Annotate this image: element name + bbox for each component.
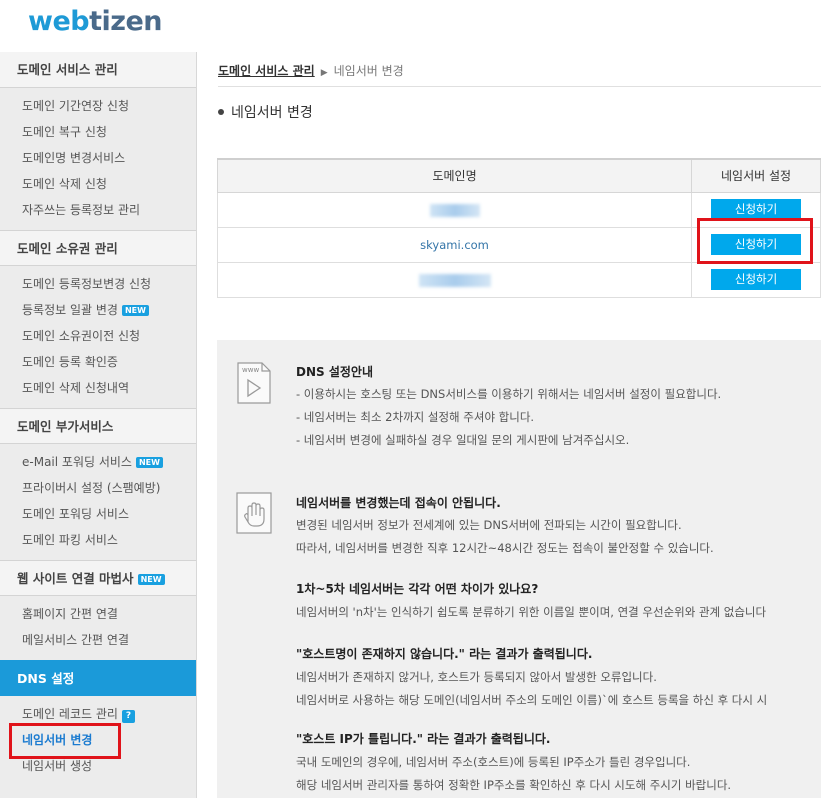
apply-button-highlight-box — [697, 218, 813, 264]
sidebar-item-mail-connect[interactable]: 메일서비스 간편 연결 — [0, 627, 196, 653]
dns-guide-line: - 네임서버 변경에 실패하실 경우 일대일 문의 게시판에 남겨주십시오. — [296, 433, 630, 447]
new-badge: NEW — [135, 457, 163, 468]
faq-title: 1차~5차 네임서버는 각각 어떤 차이가 있나요? — [296, 582, 539, 596]
sidebar: 도메인 서비스 관리 도메인 기간연장 신청 도메인 복구 신청 도메인명 변경… — [0, 52, 197, 798]
breadcrumb-parent-link[interactable]: 도메인 서비스 관리 — [218, 64, 315, 78]
action-cell: 신청하기 — [691, 261, 821, 298]
page-title-text: 네임서버 변경 — [231, 105, 313, 121]
sidebar-highlight-box — [9, 723, 121, 759]
sidebar-item-certificate[interactable]: 도메인 등록 확인증 — [0, 349, 196, 375]
sidebar-item-rename[interactable]: 도메인명 변경서비스 — [0, 145, 196, 171]
breadcrumb: 도메인 서비스 관리 ▶ 네임서버 변경 — [218, 62, 404, 79]
sidebar-item-transfer[interactable]: 도메인 소유권이전 신청 — [0, 323, 196, 349]
page-title: 네임서버 변경 — [218, 102, 313, 122]
divider — [218, 86, 821, 87]
sidebar-section-domain-service[interactable]: 도메인 서비스 관리 — [0, 52, 196, 88]
domain-cell — [216, 261, 693, 298]
sidebar-list-addon: e-Mail 포워딩 서비스 NEW 프라이버시 설정 (스팸예방) 도메인 포워… — [0, 444, 196, 560]
faq-title: "호스트명이 존재하지 않습니다." 라는 결과가 출력됩니다. — [296, 647, 593, 661]
faq-line: 네임서버가 존재하지 않거나, 호스트가 등록되지 않아서 발생한 오류입니다. — [296, 670, 657, 684]
table-row: 신청하기 — [216, 261, 821, 298]
column-header-nameserver: 네임서버 설정 — [691, 158, 821, 193]
new-badge: NEW — [121, 305, 149, 316]
redacted-domain — [418, 273, 491, 287]
top-bar: webtizen — [0, 0, 821, 52]
help-badge-icon[interactable]: ? — [121, 710, 135, 723]
dns-guide-line: - 네임서버는 최소 2차까지 설정해 주셔야 합니다. — [296, 410, 535, 424]
sidebar-section-site-wizard[interactable]: 웹 사이트 연결 마법사 NEW — [0, 560, 196, 596]
sidebar-section-dns[interactable]: DNS 설정 — [0, 660, 196, 696]
faq-line: 국내 도메인의 경우에, 네임서버 주소(호스트)에 등록된 IP주소가 틀린 … — [296, 755, 691, 769]
faq-line: 변경된 네임서버 정보가 전세계에 있는 DNS서버에 전파되는 시간이 필요합… — [296, 518, 682, 532]
www-document-icon: www — [236, 362, 272, 404]
sidebar-list-ownership: 도메인 등록정보변경 신청 등록정보 일괄 변경 NEW 도메인 소유권이전 신청… — [0, 266, 196, 408]
sidebar-list-domain-service: 도메인 기간연장 신청 도메인 복구 신청 도메인명 변경서비스 도메인 삭제 … — [0, 88, 196, 230]
faq-line: 네임서버의 'n차'는 인식하기 쉽도록 분류하기 위한 이름일 뿐이며, 연결… — [296, 605, 767, 619]
sidebar-item-email-forwarding[interactable]: e-Mail 포워딩 서비스 NEW — [0, 449, 196, 475]
sidebar-item-bulk-change[interactable]: 등록정보 일괄 변경 NEW — [0, 297, 196, 323]
table-header-row: 도메인명 네임서버 설정 — [216, 158, 821, 193]
webtizen-logo[interactable]: webtizen — [28, 6, 163, 37]
sidebar-item-domain-forwarding[interactable]: 도메인 포워딩 서비스 — [0, 501, 196, 527]
hand-icon — [236, 492, 272, 534]
guide-panel: www DNS 설정안내 - 이용하시는 호스팅 또는 DNS서비스를 이용하기… — [217, 340, 821, 798]
main-content: 도메인 서비스 관리 ▶ 네임서버 변경 네임서버 변경 도메인명 네임서버 설정 … — [198, 52, 821, 798]
breadcrumb-current: 네임서버 변경 — [333, 64, 404, 78]
sidebar-item-restore[interactable]: 도메인 복구 신청 — [0, 119, 196, 145]
sidebar-item-registration-change[interactable]: 도메인 등록정보변경 신청 — [0, 271, 196, 297]
svg-text:www: www — [242, 366, 259, 374]
sidebar-item-label: e-Mail 포워딩 서비스 — [22, 455, 132, 469]
sidebar-section-addon[interactable]: 도메인 부가서비스 — [0, 408, 196, 444]
sidebar-item-homepage-connect[interactable]: 홈페이지 간편 연결 — [0, 601, 196, 627]
faq-title: 네임서버를 변경했는데 접속이 안됩니다. — [296, 496, 501, 510]
sidebar-item-renewal[interactable]: 도메인 기간연장 신청 — [0, 93, 196, 119]
sidebar-section-label: 웹 사이트 연결 마법사 — [17, 571, 134, 586]
sidebar-item-parking[interactable]: 도메인 파킹 서비스 — [0, 527, 196, 553]
redacted-domain — [429, 203, 480, 217]
faq-title: "호스트 IP가 틀립니다." 라는 결과가 출력됩니다. — [296, 732, 551, 746]
sidebar-item-privacy[interactable]: 프라이버시 설정 (스팸예방) — [0, 475, 196, 501]
sidebar-item-delete-history[interactable]: 도메인 삭제 신청내역 — [0, 375, 196, 401]
logo-text-web: web — [28, 6, 90, 37]
logo-text-tizen: tizen — [89, 6, 163, 37]
sidebar-list-site-wizard: 홈페이지 간편 연결 메일서비스 간편 연결 — [0, 596, 196, 660]
domain-cell — [216, 191, 693, 228]
faq-line: 네임서버로 사용하는 해당 도메인(네임서버 주소의 도메인 이름)`에 호스트… — [296, 693, 768, 707]
faq-line: 따라서, 네임서버를 변경한 직후 12시간~48시간 정도는 접속이 불안정할… — [296, 541, 714, 555]
faq-line: 해당 네임서버 관리자를 통하여 정확한 IP주소를 확인하신 후 다시 시도해… — [296, 778, 732, 792]
apply-button[interactable]: 신청하기 — [711, 199, 802, 220]
sidebar-section-ownership[interactable]: 도메인 소유권 관리 — [0, 230, 196, 266]
column-header-domain: 도메인명 — [216, 158, 693, 193]
sidebar-item-label: 도메인 레코드 관리 — [22, 707, 118, 721]
sidebar-item-delete[interactable]: 도메인 삭제 신청 — [0, 171, 196, 197]
domain-cell: skyami.com — [216, 226, 693, 263]
new-badge: NEW — [137, 574, 165, 585]
breadcrumb-separator: ▶ — [320, 68, 328, 78]
dns-guide-title: DNS 설정안내 — [296, 365, 373, 379]
dns-guide-line: - 이용하시는 호스팅 또는 DNS서비스를 이용하기 위해서는 네임서버 설정… — [296, 387, 722, 401]
apply-button[interactable]: 신청하기 — [711, 269, 802, 290]
bullet-icon — [218, 109, 224, 115]
sidebar-item-label: 등록정보 일괄 변경 — [22, 303, 118, 317]
sidebar-item-frequent-info[interactable]: 자주쓰는 등록정보 관리 — [0, 197, 196, 223]
